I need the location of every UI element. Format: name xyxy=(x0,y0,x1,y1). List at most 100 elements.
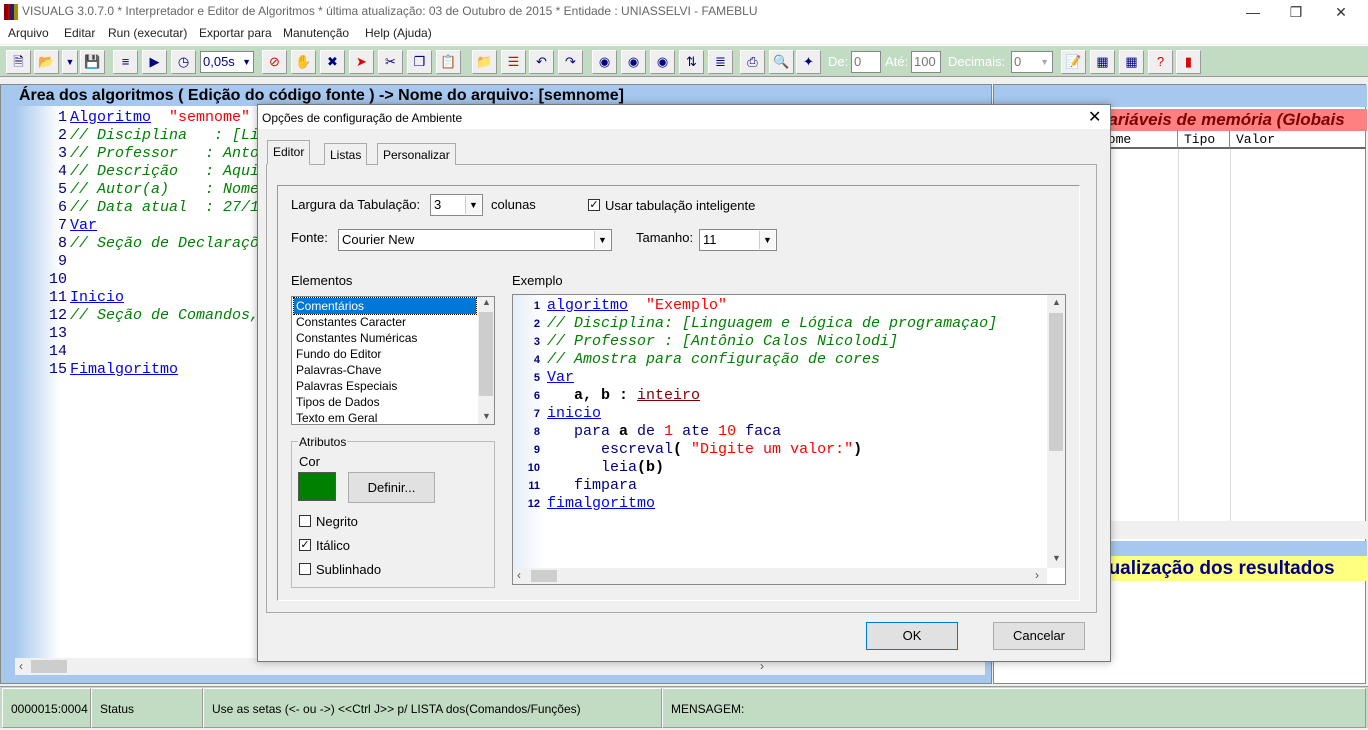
code-token: : xyxy=(610,387,638,404)
code-token: // Data atual : 27/1 xyxy=(70,199,260,216)
copy-icon[interactable]: ❐ xyxy=(407,50,432,74)
font-select[interactable]: Courier New ▼ xyxy=(338,229,612,251)
element-item[interactable]: Fundo do Editor xyxy=(294,346,476,362)
cancel-button[interactable]: Cancelar xyxy=(993,622,1085,650)
export-icon[interactable]: 📁 xyxy=(472,50,497,74)
element-item[interactable]: Texto em Geral xyxy=(294,410,476,426)
tab-listas[interactable]: Listas xyxy=(324,143,368,165)
status-label: Status xyxy=(91,688,203,728)
print-preview-icon[interactable]: 🔍 xyxy=(769,50,794,74)
element-item[interactable]: Comentários xyxy=(293,297,477,315)
tab-label: Editor xyxy=(273,145,305,159)
wand-icon[interactable]: ✦ xyxy=(796,50,821,74)
line-number: 6 xyxy=(533,390,540,402)
ate-input[interactable]: 100 xyxy=(911,51,941,73)
underline-checkbox[interactable] xyxy=(299,563,311,575)
exit-icon[interactable]: ▮ xyxy=(1176,50,1201,74)
calculator-icon[interactable]: ▦ xyxy=(1090,50,1115,74)
calendar-icon[interactable]: ▦ xyxy=(1119,50,1144,74)
element-item[interactable]: Tipos de Dados xyxy=(294,394,476,410)
element-item[interactable]: Constantes Caracter xyxy=(294,314,476,330)
tab-label: Personalizar xyxy=(383,148,450,162)
bold-checkbox[interactable] xyxy=(299,515,311,527)
decimais-select[interactable]: 0 ▼ xyxy=(1011,51,1053,73)
italic-checkbox[interactable]: ✓ xyxy=(299,539,311,551)
column-tipo[interactable]: Tipo xyxy=(1178,131,1230,149)
ok-button[interactable]: OK xyxy=(866,622,958,650)
undo-icon[interactable]: ↶ xyxy=(529,50,554,74)
menu-editar[interactable]: Editar xyxy=(64,26,95,40)
minimize-icon[interactable]: — xyxy=(1230,0,1276,24)
tab-editor[interactable]: Editor xyxy=(267,140,311,165)
replace-icon[interactable]: ◉ xyxy=(650,50,675,74)
maximize-icon[interactable]: ❐ xyxy=(1273,0,1319,24)
menu-exportar[interactable]: Exportar para xyxy=(199,26,272,40)
new-file-icon[interactable]: 🗎 xyxy=(6,50,31,74)
line-number: 7 xyxy=(533,408,540,420)
scroll-thumb[interactable] xyxy=(479,312,493,396)
elements-scrollbar[interactable]: ▲ ▼ xyxy=(478,297,494,424)
dropdown-icon[interactable]: ▼ xyxy=(62,50,78,74)
outdent-icon[interactable]: ≣ xyxy=(708,50,733,74)
color-swatch[interactable] xyxy=(298,472,336,501)
scroll-thumb[interactable] xyxy=(1049,313,1063,451)
code-token: // Disciplina : [Li xyxy=(70,127,260,144)
line-number: 7 xyxy=(57,217,67,234)
help-icon[interactable]: ? xyxy=(1148,50,1173,74)
line-number: 1 xyxy=(533,300,540,312)
code-token: Var xyxy=(70,217,98,234)
sort-icon[interactable]: ⇅ xyxy=(679,50,704,74)
tab-width-value: 3 xyxy=(434,197,442,212)
scroll-thumb[interactable] xyxy=(31,660,67,673)
find-next-icon[interactable]: ◉ xyxy=(621,50,646,74)
code-token: // Amostra para configuração de cores xyxy=(547,351,881,368)
close-icon[interactable]: ✕ xyxy=(1318,0,1364,24)
menu-run[interactable]: Run (executar) xyxy=(108,26,187,40)
menu-manutencao[interactable]: Manutenção xyxy=(283,26,349,40)
line-number: 2 xyxy=(533,318,540,330)
tab-personalizar[interactable]: Personalizar xyxy=(377,143,456,165)
speed-select[interactable]: 0,05s ▼ xyxy=(200,51,254,73)
open-folder-icon[interactable]: 📂 xyxy=(34,50,59,74)
example-vertical-scrollbar[interactable]: ▲ ▼ xyxy=(1047,295,1065,568)
line-number: 12 xyxy=(527,498,540,510)
code-token: a xyxy=(619,423,629,440)
no-hand-icon[interactable]: ✖ xyxy=(320,50,345,74)
close-icon[interactable]: ✕ xyxy=(1088,107,1101,127)
save-icon[interactable]: 💾 xyxy=(80,50,105,74)
code-token: fimpara xyxy=(574,477,638,494)
timer-icon[interactable]: ◷ xyxy=(171,50,196,74)
code-token: ) xyxy=(853,441,863,458)
indent-icon[interactable]: ≡ xyxy=(113,50,138,74)
print-icon[interactable]: ⎙ xyxy=(740,50,765,74)
breakpoint-icon[interactable]: ☰ xyxy=(501,50,526,74)
menu-help[interactable]: Help (Ajuda) xyxy=(365,26,432,40)
element-item[interactable]: Palavras-Chave xyxy=(294,362,476,378)
cut-icon[interactable]: ✂ xyxy=(378,50,403,74)
run-step-icon[interactable]: ▶ xyxy=(142,50,167,74)
menu-arquivo[interactable]: Arquivo xyxy=(8,26,49,40)
example-preview[interactable]: ▲ ▼ ‹ › 1 algoritmo "Exemplo" 2 // Discipli… xyxy=(512,294,1066,585)
example-horizontal-scrollbar[interactable]: ‹ › xyxy=(513,568,1047,584)
de-input[interactable]: 0 xyxy=(851,51,881,73)
hand-icon[interactable]: ✋ xyxy=(291,50,316,74)
define-color-button[interactable]: Definir... xyxy=(348,472,435,503)
size-select[interactable]: 11 ▼ xyxy=(699,229,777,251)
stop-icon[interactable]: ⊘ xyxy=(262,50,287,74)
paste-icon[interactable]: 📋 xyxy=(436,50,461,74)
run-to-icon[interactable]: ➤ xyxy=(349,50,374,74)
tab-width-select[interactable]: 3 ▼ xyxy=(430,194,483,216)
notes-icon[interactable]: 📝 xyxy=(1061,50,1086,74)
line-number: 5 xyxy=(57,181,67,198)
column-valor[interactable]: Valor xyxy=(1230,131,1366,149)
element-item[interactable]: Palavras Especiais xyxy=(294,378,476,394)
redo-icon[interactable]: ↷ xyxy=(558,50,583,74)
scroll-thumb[interactable] xyxy=(531,570,557,582)
elements-listbox[interactable]: Texto em Geral Tipos de Dados Palavras Esp… xyxy=(291,296,495,425)
element-item[interactable]: Constantes Numéricas xyxy=(294,330,476,346)
dialog-title-bar: Opções de configuração de Ambiente ✕ xyxy=(258,105,1110,129)
find-icon[interactable]: ◉ xyxy=(592,50,617,74)
smart-tab-checkbox[interactable]: ✓ xyxy=(588,199,600,211)
